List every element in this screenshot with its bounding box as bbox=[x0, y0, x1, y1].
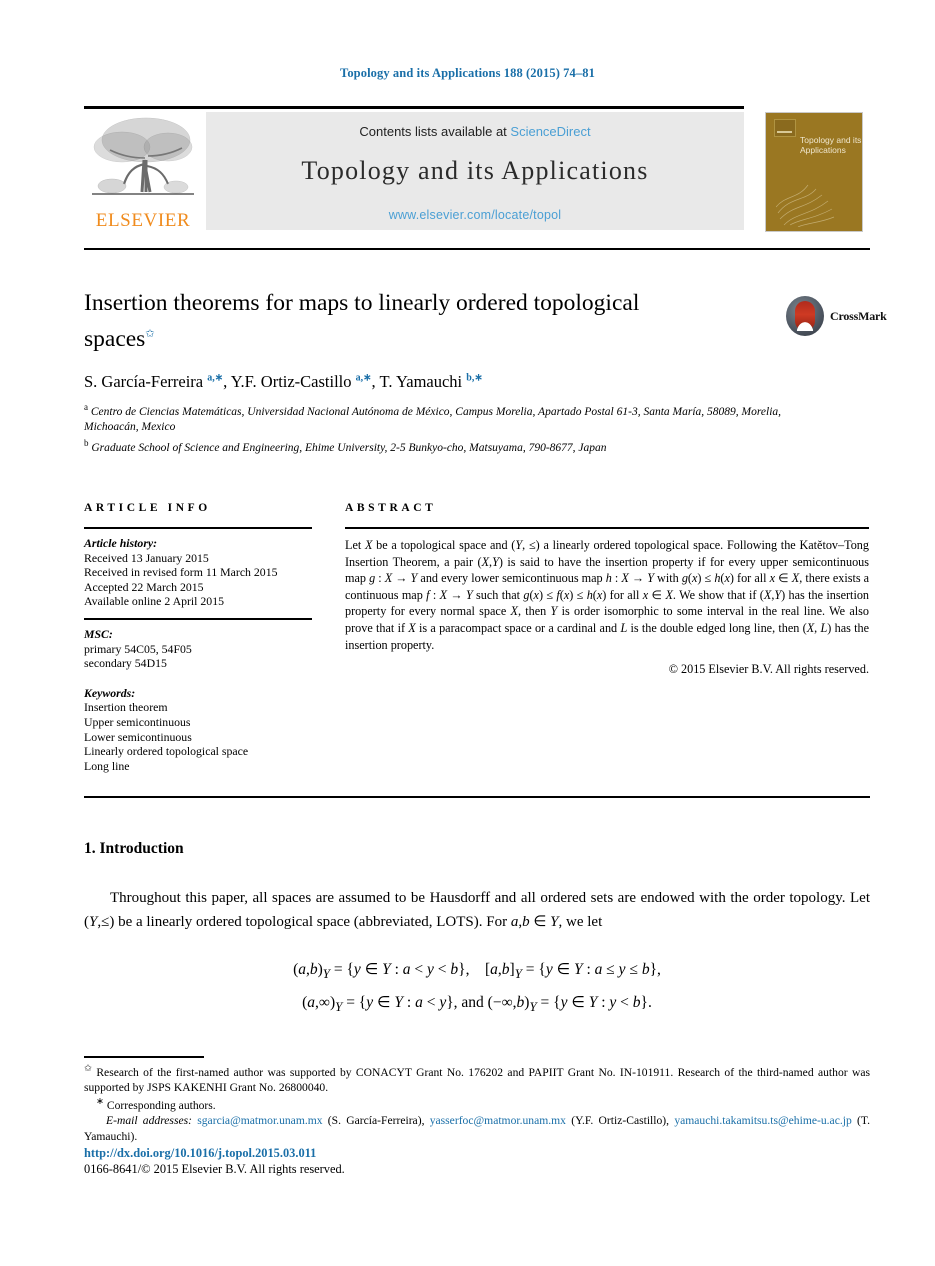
doi-link[interactable]: http://dx.doi.org/10.1016/j.topol.2015.0… bbox=[84, 1146, 316, 1161]
cover-elsevier-mark-icon bbox=[774, 119, 796, 137]
abstract-heading: ABSTRACT bbox=[345, 502, 437, 514]
cover-scribble-graphic bbox=[776, 184, 835, 227]
abstract-copyright: © 2015 Elsevier B.V. All rights reserved… bbox=[668, 662, 869, 677]
sciencedirect-link[interactable]: ScienceDirect bbox=[510, 124, 590, 139]
page-title: Insertion theorems for maps to linearly … bbox=[84, 288, 694, 355]
crossmark-notch bbox=[795, 320, 815, 331]
journal-homepage-link[interactable]: www.elsevier.com/locate/topol bbox=[206, 208, 744, 222]
section-heading-introduction: 1. Introduction bbox=[84, 840, 184, 857]
footnote-block: ✩ Research of the first-named author was… bbox=[84, 1062, 870, 1144]
abstract-text: Let X be a topological space and (Y, ≤) … bbox=[345, 538, 870, 652]
title-separator-rule bbox=[84, 248, 870, 250]
article-info-heading: ARTICLE INFO bbox=[84, 502, 211, 514]
article-history-block: Article history: Received 13 January 201… bbox=[84, 536, 314, 609]
keyword-item: Linearly ordered topological space bbox=[84, 744, 249, 759]
abstract-rule bbox=[345, 527, 869, 529]
history-item: Received in revised form 11 March 2015 bbox=[84, 565, 278, 580]
author-list: S. García-Ferreira a,∗, Y.F. Ortiz-Casti… bbox=[84, 372, 483, 391]
affiliation-a-text: Centro de Ciencias Matemáticas, Universi… bbox=[84, 405, 782, 434]
running-head: Topology and its Applications 188 (2015)… bbox=[340, 66, 595, 80]
footnote-rule bbox=[84, 1056, 204, 1058]
article-info-column: Article history: Received 13 January 201… bbox=[84, 536, 314, 775]
elsevier-tree-svg bbox=[92, 117, 194, 195]
msc-item: primary 54C05, 54F05 bbox=[84, 641, 192, 656]
intro-paragraph: Throughout this paper, all spaces are as… bbox=[84, 890, 870, 930]
keyword-item: Upper semicontinuous bbox=[84, 714, 191, 729]
issn-copyright-line: 0166-8641/© 2015 Elsevier B.V. All right… bbox=[84, 1162, 345, 1176]
article-history-label: Article history: bbox=[84, 536, 158, 550]
abstract-bottom-rule bbox=[84, 796, 870, 798]
keyword-item: Lower semicontinuous bbox=[84, 729, 192, 744]
footnote-emails: E-mail addresses: sgarcia@matmor.unam.mx… bbox=[84, 1114, 871, 1143]
keywords-block: Keywords: Insertion theorem Upper semico… bbox=[84, 686, 314, 774]
info-section-divider bbox=[84, 617, 312, 620]
footnote-corresponding: ∗ Corresponding authors. bbox=[96, 1097, 216, 1113]
journal-masthead: ELSEVIER Contents lists available at Sci… bbox=[84, 106, 870, 234]
affiliation-b-mark: b bbox=[84, 437, 89, 448]
keyword-item: Insertion theorem bbox=[84, 700, 168, 715]
title-footnote-marker[interactable]: ✩ bbox=[145, 328, 154, 340]
crossmark-badge[interactable]: CrossMark bbox=[786, 296, 887, 338]
keywords-label: Keywords: bbox=[84, 685, 136, 700]
footnote-funding: ✩ Research of the first-named author was… bbox=[84, 1064, 870, 1095]
keyword-item: Long line bbox=[84, 758, 130, 773]
msc-item: secondary 54D15 bbox=[84, 656, 167, 671]
abstract-column: Let X be a topological space and (Y, ≤) … bbox=[345, 537, 869, 678]
article-title-text: Insertion theorems for maps to linearly … bbox=[84, 290, 640, 352]
affiliation-a: a Centro de Ciencias Matemáticas, Univer… bbox=[84, 400, 784, 436]
elsevier-logo: ELSEVIER bbox=[84, 114, 202, 234]
elsevier-tree-icon bbox=[88, 114, 198, 206]
article-info-rule bbox=[84, 527, 312, 529]
contents-available-line: Contents lists available at ScienceDirec… bbox=[206, 124, 744, 139]
cover-title-text: Topology and its Applications bbox=[800, 135, 862, 155]
history-item: Received 13 January 2015 bbox=[84, 550, 209, 565]
affiliation-a-mark: a bbox=[84, 402, 88, 412]
history-item: Accepted 22 March 2015 bbox=[84, 579, 204, 594]
masthead-top-rule bbox=[84, 106, 744, 109]
journal-cover-thumbnail: Topology and its Applications bbox=[756, 108, 870, 234]
sciencedirect-banner: Contents lists available at ScienceDirec… bbox=[206, 112, 744, 230]
cover-artwork: Topology and its Applications bbox=[765, 112, 863, 232]
msc-label: MSC: bbox=[84, 626, 113, 641]
msc-block: MSC: primary 54C05, 54F05 secondary 54D1… bbox=[84, 627, 314, 671]
elsevier-wordmark: ELSEVIER bbox=[95, 210, 191, 231]
journal-title: Topology and its Applications bbox=[301, 156, 649, 185]
affiliation-list: a Centro de Ciencias Matemáticas, Univer… bbox=[84, 400, 784, 456]
history-item: Available online 2 April 2015 bbox=[84, 594, 225, 609]
display-equations: (a,b)Y = {y ∈ Y : a < y < b}, [a,b]Y = {… bbox=[293, 961, 661, 1015]
contents-prefix: Contents lists available at bbox=[359, 124, 511, 139]
crossmark-label: CrossMark bbox=[830, 309, 887, 323]
affiliation-b: b Graduate School of Science and Enginee… bbox=[84, 436, 784, 456]
crossmark-disc-icon bbox=[786, 296, 824, 336]
affiliation-b-text: Graduate School of Science and Engineeri… bbox=[91, 441, 607, 454]
article-page: Topology and its Applications 188 (2015)… bbox=[0, 0, 935, 1266]
